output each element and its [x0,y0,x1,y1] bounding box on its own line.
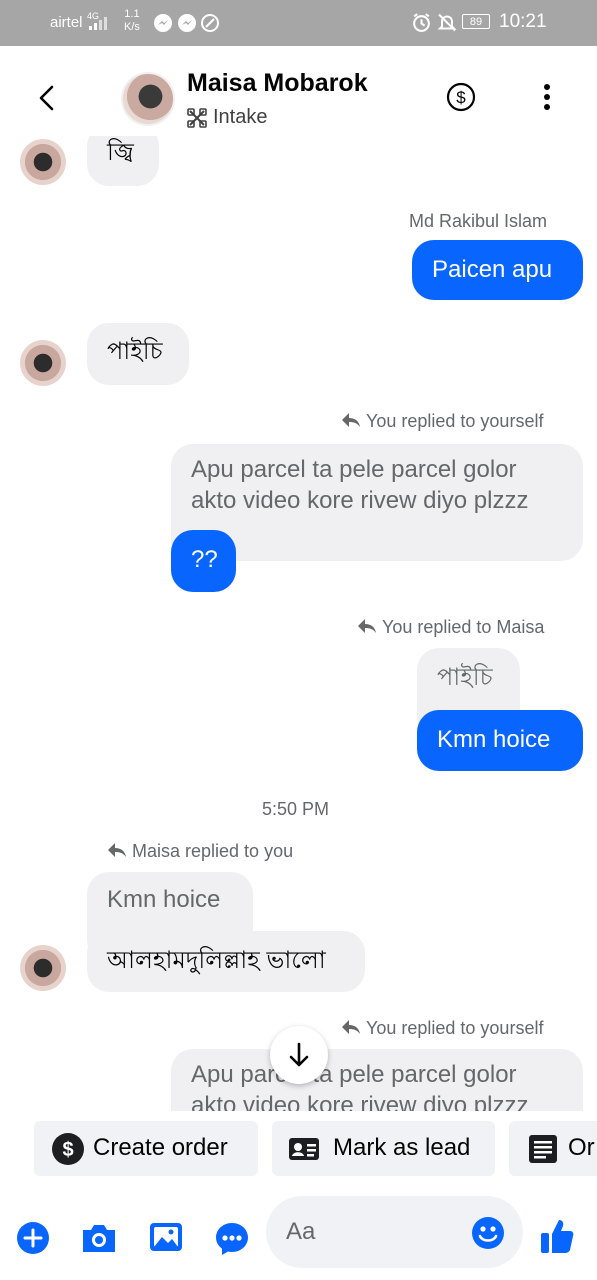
payment-dollar-icon[interactable]: $ [446,82,476,112]
arrow-down-icon [289,1042,309,1067]
quoted-text-line: akto video kore rivew diyo plzzz [191,487,529,514]
camera-icon[interactable] [80,1221,118,1255]
message-bubble-outgoing[interactable]: Paicen apu [412,240,583,300]
svg-text:$: $ [456,88,466,107]
clock: 10:21 [499,11,547,32]
create-order-label: Create order [93,1134,228,1161]
battery-indicator: 89 [462,14,490,29]
more-options-icon[interactable] [539,83,555,111]
reply-indicator: You replied to yourself [340,411,543,432]
sender-avatar[interactable] [20,139,66,185]
data-saver-icon [201,14,219,32]
net-speed-value: 1.1 [124,8,140,20]
plus-icon[interactable] [16,1221,50,1255]
message-input[interactable]: Aa [266,1196,523,1268]
reply-indicator: You replied to Maisa [356,617,544,638]
message-list[interactable]: জ্বি Md Rakibul Islam Paicen apu পাইচি Y… [0,136,597,1111]
net-speed: 1.1 K/s [124,8,140,34]
reply-label-text: You replied to Maisa [382,617,545,637]
message-input-placeholder: Aa [286,1218,316,1245]
reply-indicator: Maisa replied to you [106,841,293,862]
gallery-icon[interactable] [148,1220,184,1254]
order-label: Or [568,1134,595,1161]
reply-arrow-icon [342,1020,360,1034]
message-bubble-outgoing[interactable]: Kmn hoice [417,710,583,771]
sender-avatar[interactable] [20,945,66,991]
order-button[interactable]: Or [509,1121,597,1176]
create-order-button[interactable]: $ Create order [34,1121,258,1176]
quoted-text-line: akto video kore rivew diyo plzzz [191,1092,529,1111]
message-bubble-incoming[interactable]: আলহামদুলিল্লাহ ভালো [87,931,365,992]
mute-icon [437,13,457,32]
reply-indicator: You replied to yourself [340,1018,543,1039]
reply-label-text: You replied to yourself [366,411,544,431]
message-bubble-outgoing[interactable]: ?? [171,530,236,592]
carrier-label: airtel [50,14,83,31]
contact-avatar[interactable] [121,72,175,126]
list-icon [529,1135,557,1163]
conversation-header: Maisa Mobarok Intake $ [0,46,597,136]
mark-as-lead-label: Mark as lead [333,1134,471,1161]
timestamp: 5:50 PM [262,799,330,819]
messenger-notification-icon [154,14,172,32]
contact-status: Intake [213,106,268,128]
quoted-message[interactable]: Apu parcel ta pele parcel golor akto vid… [171,1049,583,1111]
reply-label-text: You replied to yourself [366,1018,544,1038]
net-speed-unit: K/s [124,21,140,33]
svg-text:$: $ [62,1139,73,1161]
reply-label-text: Maisa replied to you [132,841,294,861]
saved-replies-icon[interactable] [214,1221,250,1257]
scroll-to-bottom-button[interactable] [270,1026,328,1084]
status-bar: airtel 4G 1.1 K/s 89 10:21 [0,0,597,46]
message-bubble-incoming[interactable]: জ্বি [87,136,159,186]
sender-name: Md Rakibul Islam [409,211,548,231]
message-composer: Aa [0,1190,597,1280]
intake-icon [187,108,207,128]
like-thumbs-up-icon[interactable] [539,1216,575,1256]
reply-arrow-icon [108,843,126,857]
quoted-text-line: Apu parcel ta pele parcel golor [191,1061,517,1088]
reply-arrow-icon [342,413,360,427]
back-icon[interactable] [36,84,58,112]
alarm-icon [413,13,430,32]
message-bubble-incoming[interactable]: পাইচি [87,323,189,385]
quoted-text-line: Apu parcel ta pele parcel golor [191,456,517,483]
reply-arrow-icon [358,619,376,633]
emoji-icon[interactable] [471,1216,505,1250]
sender-avatar[interactable] [20,340,66,386]
messenger-notification-icon [178,14,196,32]
mark-as-lead-button[interactable]: Mark as lead [272,1121,495,1176]
contact-name[interactable]: Maisa Mobarok [187,69,368,98]
dollar-icon: $ [52,1133,84,1165]
contact-card-icon [289,1138,319,1160]
